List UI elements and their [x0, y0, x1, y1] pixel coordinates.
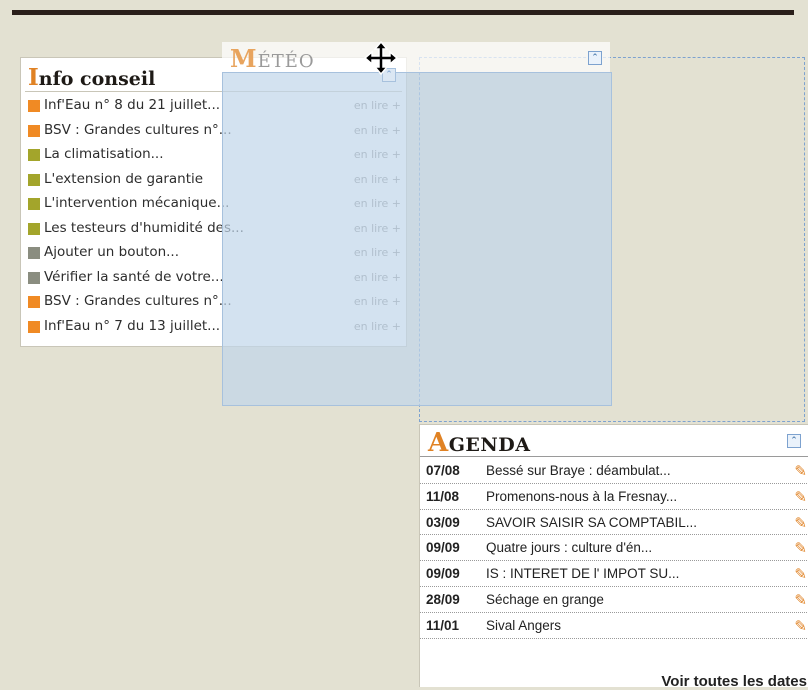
pencil-icon[interactable]: ✎	[794, 488, 807, 506]
category-square-icon	[28, 296, 40, 308]
event-date: 09/09	[426, 566, 460, 582]
meteo-title: MÉTÉO	[230, 44, 315, 73]
event-date: 11/01	[426, 617, 460, 633]
info-item-label[interactable]: Inf'Eau n° 7 du 13 juillet...	[44, 318, 220, 334]
info-item-label[interactable]: L'extension de garantie	[44, 171, 203, 187]
agenda-row[interactable]: 03/09 SAVOIR SAISIR SA COMPTABIL... ✎	[420, 510, 808, 536]
top-bar	[12, 10, 794, 15]
agenda-list: 07/08 Bessé sur Braye : déambulat... ✎ 11/0…	[420, 458, 808, 639]
pencil-icon[interactable]: ✎	[794, 514, 807, 532]
event-title[interactable]: Sival Angers	[486, 618, 561, 633]
event-title[interactable]: Bessé sur Braye : déambulat...	[486, 463, 671, 478]
move-cursor-icon	[363, 40, 399, 76]
info-item-label[interactable]: Vérifier la santé de votre...	[44, 269, 224, 285]
agenda-row[interactable]: 07/08 Bessé sur Braye : déambulat... ✎	[420, 458, 808, 484]
info-item-label[interactable]: BSV : Grandes cultures n°...	[44, 122, 232, 138]
see-all-dates-link[interactable]: Voir toutes les dates	[661, 673, 807, 690]
double-chevron-up-icon[interactable]: ⌃	[588, 51, 602, 65]
event-title[interactable]: IS : INTERET DE l' IMPOT SU...	[486, 566, 679, 581]
pencil-icon[interactable]: ✎	[794, 565, 807, 583]
category-square-icon	[28, 173, 40, 186]
agenda-row[interactable]: 11/08 Promenons-nous à la Fresnay... ✎	[420, 484, 808, 510]
pencil-icon[interactable]: ✎	[794, 591, 807, 609]
event-title[interactable]: Séchage en grange	[486, 592, 604, 607]
event-date: 11/08	[426, 488, 460, 504]
category-square-icon	[28, 222, 40, 235]
info-item-label[interactable]: La climatisation...	[44, 146, 164, 162]
category-square-icon	[28, 271, 40, 284]
info-item-label[interactable]: Les testeurs d'humidité des...	[44, 220, 244, 236]
pencil-icon[interactable]: ✎	[794, 617, 807, 635]
event-title[interactable]: Quatre jours : culture d'én...	[486, 540, 652, 555]
agenda-widget: AGENDA ⌃ 07/08 Bessé sur Braye : déambula…	[419, 424, 808, 690]
info-item-label[interactable]: BSV : Grandes cultures n°...	[44, 293, 232, 309]
category-square-icon	[28, 124, 40, 137]
agenda-row[interactable]: 09/09 IS : INTERET DE l' IMPOT SU... ✎	[420, 561, 808, 587]
agenda-row[interactable]: 11/01 Sival Angers ✎	[420, 613, 808, 639]
event-date: 09/09	[426, 540, 460, 556]
category-square-icon	[28, 149, 40, 161]
double-chevron-up-icon[interactable]: ⌃	[787, 434, 801, 448]
agenda-title: AGENDA	[428, 428, 531, 458]
category-square-icon	[28, 247, 40, 259]
meteo-widget-drag-ghost[interactable]	[222, 72, 612, 406]
event-date: 03/09	[426, 514, 460, 530]
info-conseil-title: Info conseil	[28, 64, 156, 91]
event-title[interactable]: Promenons-nous à la Fresnay...	[486, 489, 677, 504]
info-item-label[interactable]: Ajouter un bouton...	[44, 244, 179, 260]
info-item-label[interactable]: L'intervention mécanique...	[44, 195, 229, 211]
category-square-icon	[28, 198, 40, 210]
event-title[interactable]: SAVOIR SAISIR SA COMPTABIL...	[486, 515, 697, 530]
category-square-icon	[28, 320, 40, 333]
pencil-icon[interactable]: ✎	[794, 462, 807, 480]
divider	[420, 456, 808, 457]
agenda-row[interactable]: 28/09 Séchage en grange ✎	[420, 587, 808, 613]
event-date: 28/09	[426, 591, 460, 607]
info-item-label[interactable]: Inf'Eau n° 8 du 21 juillet...	[44, 97, 220, 113]
pencil-icon[interactable]: ✎	[794, 539, 807, 557]
category-square-icon	[28, 100, 40, 112]
agenda-row[interactable]: 09/09 Quatre jours : culture d'én... ✎	[420, 535, 808, 562]
event-date: 07/08	[426, 463, 460, 478]
